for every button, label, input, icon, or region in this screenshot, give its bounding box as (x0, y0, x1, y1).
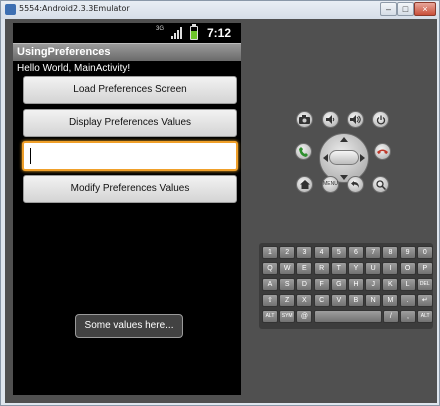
key-row4-7[interactable]: M (382, 294, 399, 307)
emulator-window: 5554:Android2.3.3Emulator – □ × 3G 7:12 … (0, 0, 440, 406)
status-bar: 3G 7:12 (13, 23, 241, 43)
end-call-icon[interactable] (374, 143, 391, 160)
volume-up-icon[interactable] (347, 111, 364, 128)
power-icon[interactable] (372, 111, 389, 128)
hardware-keyboard: 1 2 3 4 5 6 7 8 9 0 Q W E R T Y U I O P A S D F G H J K L DEL ⇧ Z X C V B N M… (259, 243, 434, 329)
key-row2-7[interactable]: I (382, 262, 399, 275)
key-row4-8[interactable]: . (399, 294, 416, 307)
key-row3-7[interactable]: K (382, 278, 399, 291)
key-row4-1[interactable]: Z (279, 294, 296, 307)
key-row1-4[interactable]: 5 (330, 246, 347, 259)
key-row1-5[interactable]: 6 (348, 246, 364, 259)
display-preferences-button[interactable]: Display Preferences Values (23, 109, 237, 137)
clock: 7:12 (207, 26, 232, 40)
key-row1-1[interactable]: 2 (279, 246, 296, 259)
key-row2-5[interactable]: Y (348, 262, 364, 275)
load-preferences-button[interactable]: Load Preferences Screen (23, 76, 237, 104)
key-row4-5[interactable]: B (348, 294, 364, 307)
dpad-right-icon[interactable] (360, 154, 365, 162)
window-titlebar[interactable]: 5554:Android2.3.3Emulator – □ × (1, 1, 439, 19)
key-row3-6[interactable]: J (365, 278, 382, 291)
key-row2-4[interactable]: T (330, 262, 347, 275)
camera-icon[interactable] (296, 111, 313, 128)
dpad-center-button[interactable] (329, 150, 359, 165)
key-row3-9[interactable]: DEL (416, 278, 433, 291)
key-row1-8[interactable]: 9 (399, 246, 416, 259)
back-icon[interactable] (347, 176, 364, 193)
key-row3-4[interactable]: G (330, 278, 347, 291)
preferences-text-field[interactable] (22, 141, 238, 171)
window-title: 5554:Android2.3.3Emulator (19, 4, 130, 13)
key-row5-0[interactable]: ALT (262, 310, 278, 323)
key-row2-2[interactable]: E (296, 262, 313, 275)
key-row4-6[interactable]: N (365, 294, 382, 307)
key-row2-1[interactable]: W (279, 262, 296, 275)
phone-screen: 3G 7:12 UsingPreferences Hello World, Ma… (13, 23, 241, 395)
key-row2-8[interactable]: O (399, 262, 416, 275)
dpad-up-icon[interactable] (340, 137, 348, 142)
network-type: 3G (156, 26, 165, 32)
key-row2-6[interactable]: U (365, 262, 382, 275)
dpad-left-icon[interactable] (323, 154, 328, 162)
search-icon[interactable] (372, 176, 389, 193)
key-row3-5[interactable]: H (348, 278, 364, 291)
key-row4-3[interactable]: C (313, 294, 330, 307)
space-key[interactable] (313, 310, 382, 323)
maximize-button[interactable]: □ (397, 2, 414, 16)
key-row1-9[interactable]: 0 (416, 246, 433, 259)
modify-preferences-button[interactable]: Modify Preferences Values (23, 175, 237, 203)
dpad-down-icon[interactable] (340, 175, 348, 180)
key-row3-2[interactable]: D (296, 278, 313, 291)
app-icon (5, 4, 16, 15)
call-icon[interactable] (295, 143, 312, 160)
key-row5-6[interactable]: ALT (417, 310, 434, 323)
key-row1-6[interactable]: 7 (365, 246, 382, 259)
home-icon[interactable] (296, 176, 313, 193)
app-title-bar: UsingPreferences (13, 43, 241, 61)
key-row3-0[interactable]: A (262, 278, 278, 291)
hello-text: Hello World, MainActivity! (17, 63, 131, 74)
key-row1-2[interactable]: 3 (296, 246, 313, 259)
key-row2-3[interactable]: R (313, 262, 330, 275)
volume-down-icon[interactable] (322, 111, 339, 128)
key-row4-9[interactable]: ↵ (416, 294, 433, 307)
key-row5-1[interactable]: SYM (279, 310, 296, 323)
emulator-body: 3G 7:12 UsingPreferences Hello World, Ma… (5, 19, 437, 403)
key-row5-5[interactable]: , (400, 310, 416, 323)
key-row3-1[interactable]: S (279, 278, 296, 291)
key-row3-3[interactable]: F (313, 278, 330, 291)
signal-icon (171, 27, 185, 39)
key-row5-2[interactable]: @ (296, 310, 313, 323)
key-row5-4[interactable]: / (382, 310, 399, 323)
key-row2-9[interactable]: P (416, 262, 433, 275)
key-row1-0[interactable]: 1 (262, 246, 278, 259)
key-row4-4[interactable]: V (330, 294, 347, 307)
key-row1-3[interactable]: 4 (313, 246, 330, 259)
key-row4-0[interactable]: ⇧ (262, 294, 278, 307)
key-row3-8[interactable]: L (399, 278, 416, 291)
key-row1-7[interactable]: 8 (382, 246, 399, 259)
toast-message: Some values here... (75, 314, 183, 338)
minimize-button[interactable]: – (380, 2, 397, 16)
battery-level (191, 31, 197, 39)
menu-button[interactable]: MENU (322, 176, 339, 193)
close-button[interactable]: × (414, 2, 436, 16)
text-caret (30, 148, 31, 164)
key-row4-2[interactable]: X (296, 294, 313, 307)
app-title: UsingPreferences (17, 46, 111, 58)
key-row2-0[interactable]: Q (262, 262, 278, 275)
